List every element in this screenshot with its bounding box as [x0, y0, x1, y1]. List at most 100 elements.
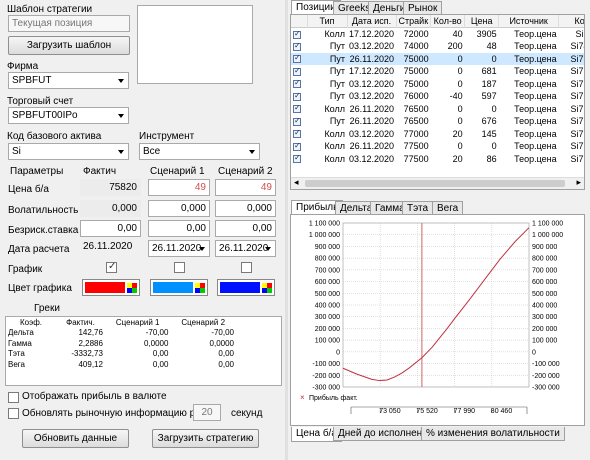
- table-row[interactable]: Пут 03.12.2020 75000 0 187 Теор.цена Si7500: [291, 78, 584, 91]
- cell: Пут: [307, 52, 347, 65]
- greek-name: Дельта: [8, 328, 34, 338]
- table-row[interactable]: Пут 03.12.2020 74000 200 48 Теор.цена Si7400: [291, 40, 584, 53]
- chart-s1-checkbox[interactable]: [174, 262, 185, 273]
- price-s2[interactable]: 49: [215, 179, 276, 196]
- row-checkbox[interactable]: [293, 116, 301, 126]
- template-preview: [137, 5, 253, 84]
- greek-val: 0,0000: [209, 338, 234, 348]
- tab-theta[interactable]: Тэта: [402, 201, 434, 215]
- row-checkbox[interactable]: [293, 153, 301, 164]
- table-row[interactable]: Колл 03.12.2020 77000 20 145 Теор.цена Si7700: [291, 128, 584, 141]
- table-row[interactable]: Колл 26.11.2020 76500 0 0 Теор.цена Si7650: [291, 103, 584, 116]
- table-row[interactable]: Пут 26.11.2020 76500 0 676 Теор.цена Si7650: [291, 115, 584, 128]
- chevron-down-icon: [265, 247, 271, 251]
- x-tick-label: 75 520: [416, 408, 438, 415]
- table-row[interactable]: Пут 03.12.2020 76000 -40 597 Теор.цена Si7600: [291, 90, 584, 103]
- table-row[interactable]: Колл 03.12.2020 77500 20 86 Теор.цена Si7750: [291, 153, 584, 166]
- tab-vega[interactable]: Вега: [432, 201, 464, 215]
- col-qty[interactable]: Кол-во: [430, 15, 466, 28]
- cell: 76500: [403, 116, 429, 127]
- greek-val: 0,0000: [143, 338, 169, 348]
- y-tick-label-left: -300 000: [312, 385, 340, 392]
- legend-marker: ×: [300, 393, 305, 402]
- fact-header: Фактич: [83, 166, 117, 177]
- color-s1-picker[interactable]: [150, 279, 208, 296]
- cell: 26.11.2020: [347, 52, 397, 65]
- cell: Пут: [329, 41, 345, 52]
- firm-select[interactable]: SPBFUT: [8, 72, 129, 89]
- chart-s2-checkbox[interactable]: [241, 262, 252, 273]
- table-row[interactable]: Колл 17.12.2020 72000 40 3905 Теор.цена Si720: [291, 28, 584, 41]
- row-checkbox[interactable]: [293, 66, 301, 76]
- y-tick-label-left: 100 000: [315, 338, 340, 345]
- scenario2-header: Сценарий 2: [218, 166, 273, 177]
- cell: 48: [486, 41, 497, 52]
- table-row[interactable]: Колл 26.11.2020 77500 0 0 Теор.цена Si7750: [291, 140, 584, 153]
- table-row[interactable]: Пут 17.12.2020 75000 0 681 Теор.цена Si7500: [291, 65, 584, 78]
- vol-s2[interactable]: 0,000: [215, 200, 276, 217]
- scroll-right-icon[interactable]: ▸: [576, 177, 581, 188]
- base-asset-select[interactable]: Si: [8, 143, 129, 160]
- load-template-button[interactable]: Загрузить шаблон: [8, 36, 130, 55]
- greek-val: -70,00: [145, 328, 169, 338]
- chart-panel: 1 100 000 1 100 000 1 000 000 1 000 000 900 …: [290, 214, 585, 426]
- rate-s2[interactable]: 0,00: [215, 220, 276, 237]
- cell: 0: [457, 116, 463, 127]
- row-checkbox[interactable]: [293, 78, 301, 89]
- refresh-interval-input[interactable]: 20: [193, 404, 221, 421]
- greek-name: Тэта: [8, 349, 25, 359]
- y-tick-label-right: 400 000: [532, 303, 557, 310]
- color-s2-picker[interactable]: [217, 279, 275, 296]
- greek-val: 0,00: [152, 359, 169, 369]
- row-checkbox[interactable]: [293, 141, 301, 151]
- positions-panel: Тип Дата исп. Страйк Кол-во Цена Источни…: [290, 14, 585, 190]
- cell: Теор.цена: [514, 141, 557, 152]
- scroll-thumb[interactable]: [305, 180, 565, 187]
- col-date[interactable]: Дата исп.: [347, 15, 397, 28]
- row-checkbox[interactable]: [293, 103, 301, 114]
- chart-fact-checkbox[interactable]: [106, 261, 117, 273]
- table-row[interactable]: Пут26.11.20207500000Теор.ценаSi7500: [291, 52, 584, 65]
- row-checkbox[interactable]: [293, 41, 301, 51]
- rate-fact[interactable]: 0,00: [80, 220, 141, 237]
- price-s1[interactable]: 49: [148, 179, 210, 196]
- horizontal-scrollbar[interactable]: ◂ ▸: [291, 177, 584, 189]
- col-strike[interactable]: Страйк: [396, 15, 432, 28]
- update-data-button[interactable]: Обновить данные: [22, 429, 129, 448]
- account-select[interactable]: SPBFUT00IPo: [8, 107, 129, 124]
- row-checkbox[interactable]: [293, 128, 301, 139]
- show-currency-checkbox[interactable]: [8, 392, 19, 403]
- cell: 0: [464, 52, 499, 65]
- cell: 17.12.2020: [349, 29, 395, 39]
- cell: Si720: [575, 29, 584, 39]
- greek-row: Гамма 2,2886 0,0000 0,0000: [6, 338, 236, 349]
- tab-vol-change[interactable]: % изменения волатильности: [421, 427, 565, 441]
- load-strategy-button[interactable]: Загрузить стратегию: [152, 429, 259, 448]
- row-checkbox[interactable]: [293, 29, 301, 39]
- col-price[interactable]: Цена: [464, 15, 500, 28]
- col-type[interactable]: Тип: [307, 15, 348, 28]
- y-tick-label-left: 200 000: [315, 326, 340, 333]
- splitter[interactable]: [285, 0, 288, 460]
- rate-s1[interactable]: 0,00: [148, 220, 210, 237]
- row-checkbox[interactable]: [293, 91, 301, 101]
- row-checkbox[interactable]: [293, 53, 301, 64]
- seconds-label: секунд: [231, 408, 263, 419]
- y-tick-label-left: 300 000: [315, 314, 340, 321]
- auto-refresh-checkbox[interactable]: [8, 408, 19, 419]
- col-code[interactable]: Ко: [558, 15, 584, 28]
- y-tick-label-left: 700 000: [315, 267, 340, 274]
- col-source[interactable]: Источник: [498, 15, 560, 28]
- instrument-select[interactable]: Все: [139, 143, 260, 160]
- chevron-down-icon: [199, 247, 205, 251]
- date-s1-picker[interactable]: 26.11.2020: [148, 240, 210, 257]
- vol-s1[interactable]: 0,000: [148, 200, 210, 217]
- row-checkbox-cell: [291, 90, 307, 103]
- scroll-left-icon[interactable]: ◂: [294, 177, 299, 188]
- template-field[interactable]: Текущая позиция: [8, 15, 130, 32]
- positions-table: Тип Дата исп. Страйк Кол-во Цена Источни…: [291, 15, 584, 166]
- date-s2-picker[interactable]: 26.11.2020: [215, 240, 276, 257]
- cell: Si7650: [570, 103, 584, 114]
- color-fact-picker[interactable]: [82, 279, 140, 296]
- tab-market[interactable]: Рынок: [403, 1, 443, 15]
